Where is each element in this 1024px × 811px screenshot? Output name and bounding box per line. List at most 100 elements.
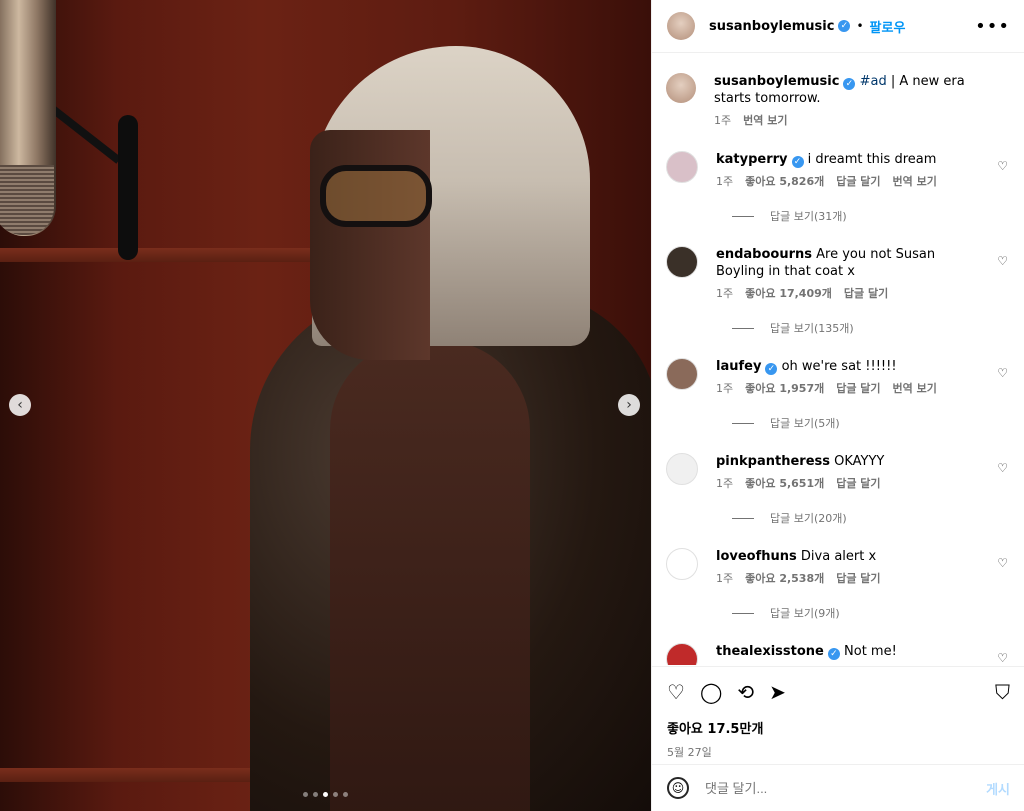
comment-time[interactable]: 1주 — [716, 380, 733, 397]
comment-text: i dreamt this dream — [807, 152, 937, 167]
verified-icon: ✓ — [838, 20, 851, 32]
comment-body: pinkpantheress OKAYYY 1주 좋아요 5,651개 답글 달기 — [716, 453, 974, 492]
author-avatar[interactable] — [667, 12, 695, 40]
comment-body: thealexisstone✓ Not me!1주좋아요 1,532개답글 달기… — [716, 643, 974, 665]
comment-item: katyperry ✓ i dreamt this dream 1주 좋아요 5,82… — [666, 151, 1008, 224]
author-username[interactable]: susanboylemusic — [709, 19, 834, 34]
comment-row: katyperry ✓ i dreamt this dream 1주 좋아요 5,82… — [666, 151, 1008, 190]
view-replies-label: 답글 보기(31개) — [770, 210, 847, 223]
carousel-next-button[interactable]: › — [618, 394, 640, 416]
comment-like-icon[interactable]: ♡ — [997, 461, 1008, 475]
commenter-avatar[interactable] — [666, 548, 698, 580]
comment-username[interactable]: thealexisstone — [716, 644, 824, 659]
view-replies-label: 답글 보기(9개) — [770, 607, 840, 620]
carousel-dot — [333, 792, 338, 797]
commenter-avatar[interactable] — [666, 643, 698, 665]
view-replies-button[interactable]: 답글 보기(20개) — [732, 510, 1008, 526]
comment-likes[interactable]: 좋아요 5,826개 — [745, 173, 824, 190]
comment-text: Not me! — [844, 644, 897, 659]
comment-like-icon[interactable]: ♡ — [997, 556, 1008, 570]
view-replies-button[interactable]: 답글 보기(31개) — [732, 208, 1008, 224]
caption: susanboylemusic ✓ #ad | A new era starts … — [666, 73, 1008, 129]
comment-time[interactable]: 1주 — [716, 570, 733, 587]
replies-divider — [732, 612, 754, 614]
comment-time[interactable]: 1주 — [716, 173, 733, 190]
comment-body: katyperry ✓ i dreamt this dream 1주 좋아요 5,82… — [716, 151, 974, 190]
carousel-dot — [303, 792, 308, 797]
reply-button[interactable]: 답글 달기 — [836, 475, 880, 492]
author-avatar[interactable] — [666, 73, 696, 103]
comment-item: thealexisstone✓ Not me!1주좋아요 1,532개답글 달기… — [666, 643, 1008, 665]
post-media: ‹ › — [0, 0, 651, 811]
post-comment-button[interactable]: 게시 — [986, 779, 1010, 798]
translate-button[interactable]: 번역 보기 — [893, 173, 937, 190]
commenter-avatar[interactable] — [666, 453, 698, 485]
reply-button[interactable]: 답글 달기 — [836, 380, 880, 397]
caption-time[interactable]: 1주 — [714, 112, 731, 129]
view-replies-button[interactable]: 답글 보기(9개) — [732, 605, 1008, 621]
emoji-icon[interactable]: ☺ — [667, 777, 689, 799]
comment-time[interactable]: 1주 — [716, 285, 733, 302]
caption-meta: 1주 번역 보기 — [714, 112, 972, 129]
carousel-dot — [313, 792, 318, 797]
comment-item: laufey ✓ oh we're sat !!!!!! 1주 좋아요 1,957개 답… — [666, 358, 1008, 431]
comment-container: katyperry ✓ i dreamt this dream 1주 좋아요 5,82… — [666, 151, 1008, 665]
carousel-prev-button[interactable]: ‹ — [9, 394, 31, 416]
comments-list: susanboylemusic ✓ #ad | A new era starts … — [652, 53, 1024, 665]
caption-hashtag[interactable]: #ad — [860, 74, 887, 89]
mic-shock-mount — [118, 115, 138, 260]
view-replies-label: 답글 보기(20개) — [770, 512, 847, 525]
view-replies-label: 답글 보기(5개) — [770, 417, 840, 430]
comment-meta: 1주 좋아요 5,651개 답글 달기 — [716, 475, 974, 492]
comment-time[interactable]: 1주 — [716, 475, 733, 492]
comment-item: loveofhuns Diva alert x 1주 좋아요 2,538개 답글 달기… — [666, 548, 1008, 621]
verified-icon: ✓ — [827, 648, 840, 660]
view-replies-button[interactable]: 답글 보기(5개) — [732, 415, 1008, 431]
repost-icon[interactable]: ⟲ — [737, 680, 754, 704]
comment-like-icon[interactable]: ♡ — [997, 159, 1008, 173]
post-date[interactable]: 5월 27일 — [667, 744, 1010, 760]
likes-count[interactable]: 좋아요 17.5만개 — [667, 718, 1010, 737]
comment-likes[interactable]: 좋아요 5,651개 — [745, 475, 824, 492]
comment-likes[interactable]: 좋아요 1,957개 — [745, 380, 824, 397]
reply-button[interactable]: 답글 달기 — [844, 285, 888, 302]
comment-row: thealexisstone✓ Not me!1주좋아요 1,532개답글 달기… — [666, 643, 1008, 665]
shirt — [330, 340, 530, 811]
view-replies-label: 답글 보기(135개) — [770, 322, 854, 335]
view-replies-button[interactable]: 답글 보기(135개) — [732, 320, 1008, 336]
comment-like-icon[interactable]: ♡ — [997, 651, 1008, 665]
commenter-avatar[interactable] — [666, 151, 698, 183]
post-viewer: ‹ › susanboylemusic ✓ • 팔로우 ••• susanboy… — [0, 0, 1024, 811]
caption-body: susanboylemusic ✓ #ad | A new era starts … — [714, 73, 972, 129]
comment-username[interactable]: endaboourns — [716, 247, 812, 262]
reply-button[interactable]: 답글 달기 — [836, 570, 880, 587]
reply-button[interactable]: 답글 달기 — [836, 173, 880, 190]
translate-button[interactable]: 번역 보기 — [743, 112, 787, 129]
more-options-icon[interactable]: ••• — [975, 16, 1010, 37]
verified-icon: ✓ — [791, 156, 804, 168]
commenter-avatar[interactable] — [666, 246, 698, 278]
comment-likes[interactable]: 좋아요 17,409개 — [745, 285, 832, 302]
replies-divider — [732, 215, 754, 217]
comment-username[interactable]: pinkpantheress — [716, 454, 830, 469]
translate-button[interactable]: 번역 보기 — [893, 380, 937, 397]
comment-likes[interactable]: 좋아요 2,538개 — [745, 570, 824, 587]
comment-username[interactable]: laufey — [716, 359, 761, 374]
bookmark-icon[interactable]: ⛉ — [995, 680, 1010, 704]
verified-icon: ✓ — [765, 363, 778, 375]
comment-like-icon[interactable]: ♡ — [997, 366, 1008, 380]
comment-icon[interactable]: ◯ — [700, 680, 722, 704]
comment-input[interactable] — [703, 779, 987, 797]
sunglasses — [320, 165, 432, 227]
comment-username[interactable]: loveofhuns — [716, 549, 797, 564]
comment-meta: 1주 좋아요 1,957개 답글 달기 번역 보기 — [716, 380, 974, 397]
follow-button[interactable]: 팔로우 — [870, 17, 906, 36]
comment-username[interactable]: katyperry — [716, 152, 788, 167]
comment-text: OKAYYY — [834, 454, 885, 469]
comment-body: laufey ✓ oh we're sat !!!!!! 1주 좋아요 1,957개 답… — [716, 358, 974, 397]
comment-like-icon[interactable]: ♡ — [997, 254, 1008, 268]
commenter-avatar[interactable] — [666, 358, 698, 390]
send-icon[interactable]: ➤ — [769, 680, 786, 704]
heart-outline-icon[interactable]: ♡ — [667, 680, 685, 704]
caption-username[interactable]: susanboylemusic — [714, 74, 839, 89]
